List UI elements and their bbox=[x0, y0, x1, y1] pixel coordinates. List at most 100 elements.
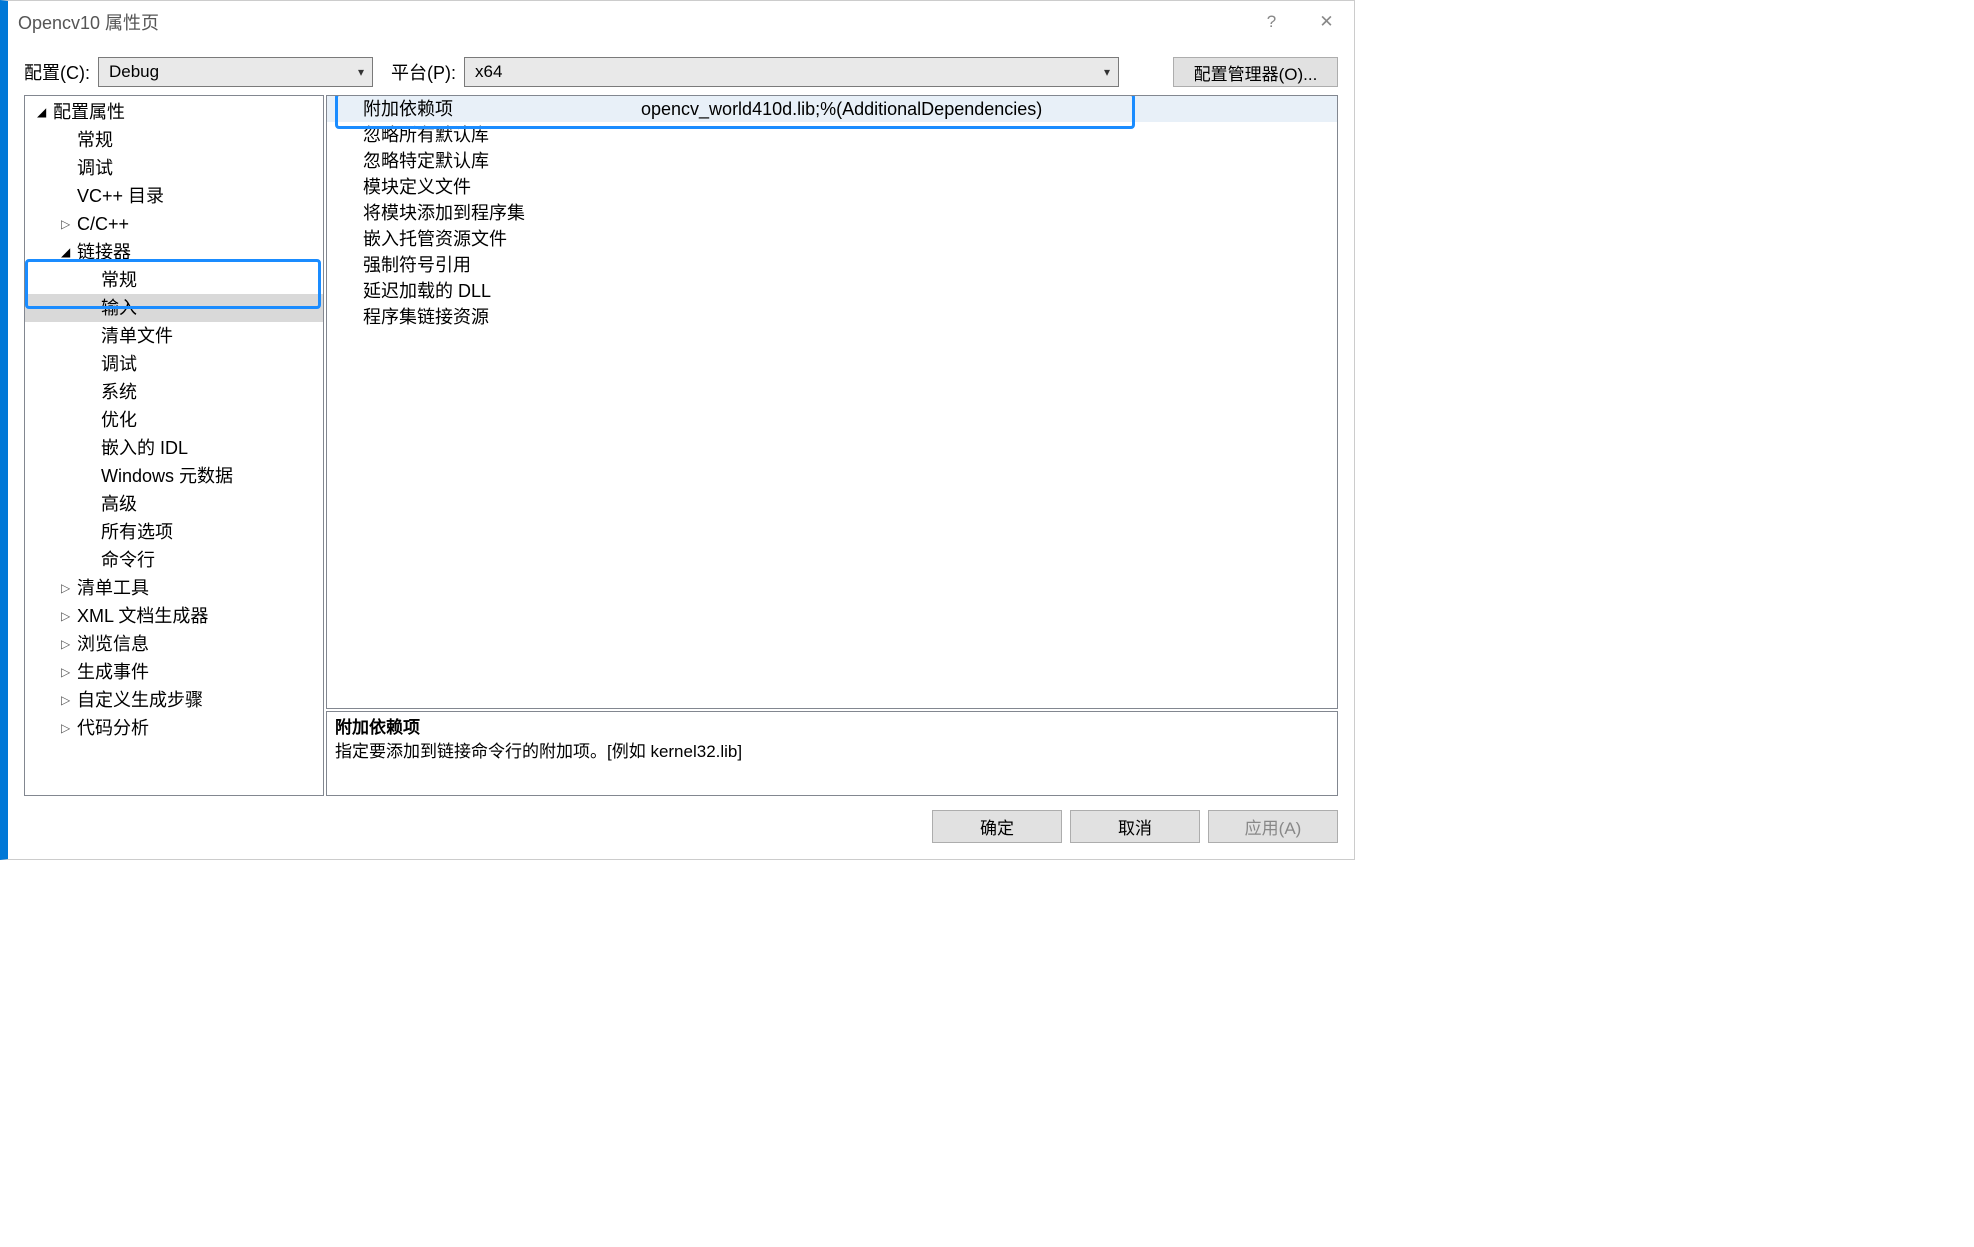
tree-item[interactable]: ▷生成事件 bbox=[25, 658, 323, 686]
grid-value[interactable] bbox=[637, 252, 1337, 278]
grid-row[interactable]: 模块定义文件 bbox=[327, 174, 1337, 200]
tree-item-label: 浏览信息 bbox=[77, 631, 149, 657]
close-button[interactable]: ✕ bbox=[1299, 1, 1354, 43]
tree-item-label: 输入 bbox=[101, 295, 137, 321]
right-panel: 附加依赖项opencv_world410d.lib;%(AdditionalDe… bbox=[326, 95, 1338, 796]
help-button[interactable]: ? bbox=[1244, 1, 1299, 43]
config-value: Debug bbox=[109, 62, 159, 82]
tree-item[interactable]: ▷XML 文档生成器 bbox=[25, 602, 323, 630]
grid-row[interactable]: 延迟加载的 DLL bbox=[327, 278, 1337, 304]
tree-item[interactable]: ◢链接器 bbox=[25, 238, 323, 266]
tree-item[interactable]: ▷命令行 bbox=[25, 546, 323, 574]
tree-item-label: Windows 元数据 bbox=[101, 463, 233, 489]
grid-key: 忽略特定默认库 bbox=[327, 148, 637, 174]
grid-value[interactable]: opencv_world410d.lib;%(AdditionalDepende… bbox=[637, 96, 1337, 122]
grid-key: 附加依赖项 bbox=[327, 96, 637, 122]
grid-value[interactable] bbox=[637, 278, 1337, 304]
grid-value[interactable] bbox=[637, 226, 1337, 252]
grid-value[interactable] bbox=[637, 304, 1337, 330]
ok-button[interactable]: 确定 bbox=[932, 810, 1062, 843]
grid-value[interactable] bbox=[637, 122, 1337, 148]
config-combo[interactable]: Debug ▾ bbox=[98, 57, 373, 87]
grid-row[interactable]: 忽略所有默认库 bbox=[327, 122, 1337, 148]
grid-row[interactable]: 程序集链接资源 bbox=[327, 304, 1337, 330]
expander-closed-icon[interactable]: ▷ bbox=[61, 687, 73, 713]
tree-item-label: 系统 bbox=[101, 379, 137, 405]
grid-key: 延迟加载的 DLL bbox=[327, 278, 637, 304]
window-title: Opencv10 属性页 bbox=[18, 9, 159, 35]
grid-row[interactable]: 将模块添加到程序集 bbox=[327, 200, 1337, 226]
config-label: 配置(C): bbox=[24, 59, 90, 85]
platform-label: 平台(P): bbox=[391, 59, 456, 85]
tree-item[interactable]: ▷输入 bbox=[25, 294, 323, 322]
tree-item[interactable]: ▷所有选项 bbox=[25, 518, 323, 546]
expander-closed-icon[interactable]: ▷ bbox=[61, 631, 73, 657]
expander-closed-icon[interactable]: ▷ bbox=[61, 659, 73, 685]
tree-item[interactable]: ▷浏览信息 bbox=[25, 630, 323, 658]
tree-item[interactable]: ▷Windows 元数据 bbox=[25, 462, 323, 490]
expander-closed-icon[interactable]: ▷ bbox=[61, 575, 73, 601]
tree-item[interactable]: ◢配置属性 bbox=[25, 98, 323, 126]
platform-value: x64 bbox=[475, 62, 502, 82]
tree-item-label: 优化 bbox=[101, 407, 137, 433]
expander-closed-icon[interactable]: ▷ bbox=[61, 603, 73, 629]
tree-item[interactable]: ▷C/C++ bbox=[25, 210, 323, 238]
tree-item-label: 调试 bbox=[77, 155, 113, 181]
tree-item[interactable]: ▷嵌入的 IDL bbox=[25, 434, 323, 462]
grid-row[interactable]: 附加依赖项opencv_world410d.lib;%(AdditionalDe… bbox=[327, 96, 1337, 122]
tree-item-label: XML 文档生成器 bbox=[77, 603, 208, 629]
expander-closed-icon[interactable]: ▷ bbox=[61, 715, 73, 741]
grid-row[interactable]: 忽略特定默认库 bbox=[327, 148, 1337, 174]
expander-open-icon[interactable]: ◢ bbox=[61, 239, 73, 265]
cancel-button[interactable]: 取消 bbox=[1070, 810, 1200, 843]
grid-row[interactable]: 强制符号引用 bbox=[327, 252, 1337, 278]
property-dialog: Opencv10 属性页 ? ✕ 配置(C): Debug ▾ 平台(P): x… bbox=[0, 0, 1355, 860]
tree-item-label: 所有选项 bbox=[101, 519, 173, 545]
grid-value[interactable] bbox=[637, 174, 1337, 200]
grid-value[interactable] bbox=[637, 148, 1337, 174]
grid-row[interactable]: 嵌入托管资源文件 bbox=[327, 226, 1337, 252]
apply-button[interactable]: 应用(A) bbox=[1208, 810, 1338, 843]
description-text: 指定要添加到链接命令行的附加项。[例如 kernel32.lib] bbox=[335, 740, 1329, 764]
tree-item[interactable]: ▷调试 bbox=[25, 350, 323, 378]
grid-key: 强制符号引用 bbox=[327, 252, 637, 278]
tree-item-label: 清单工具 bbox=[77, 575, 149, 601]
tree-item[interactable]: ▷清单工具 bbox=[25, 574, 323, 602]
property-grid[interactable]: 附加依赖项opencv_world410d.lib;%(AdditionalDe… bbox=[326, 95, 1338, 709]
dialog-footer: 确定 取消 应用(A) bbox=[8, 796, 1354, 859]
tree-item[interactable]: ▷常规 bbox=[25, 126, 323, 154]
tree-item[interactable]: ▷优化 bbox=[25, 406, 323, 434]
tree-item-label: 生成事件 bbox=[77, 659, 149, 685]
tree-item-label: 常规 bbox=[77, 127, 113, 153]
tree-item-label: 链接器 bbox=[77, 239, 131, 265]
tree-item-label: 高级 bbox=[101, 491, 137, 517]
config-row: 配置(C): Debug ▾ 平台(P): x64 ▾ 配置管理器(O)... bbox=[8, 43, 1354, 95]
expander-open-icon[interactable]: ◢ bbox=[37, 99, 49, 125]
platform-combo[interactable]: x64 ▾ bbox=[464, 57, 1119, 87]
tree-item[interactable]: ▷清单文件 bbox=[25, 322, 323, 350]
tree-item-label: C/C++ bbox=[77, 211, 129, 237]
description-title: 附加依赖项 bbox=[335, 716, 1329, 740]
grid-key: 将模块添加到程序集 bbox=[327, 200, 637, 226]
tree-item[interactable]: ▷常规 bbox=[25, 266, 323, 294]
grid-key: 忽略所有默认库 bbox=[327, 122, 637, 148]
tree-panel[interactable]: ◢配置属性▷常规▷调试▷VC++ 目录▷C/C++◢链接器▷常规▷输入▷清单文件… bbox=[24, 95, 324, 796]
grid-key: 模块定义文件 bbox=[327, 174, 637, 200]
tree-item[interactable]: ▷VC++ 目录 bbox=[25, 182, 323, 210]
tree-item-label: 清单文件 bbox=[101, 323, 173, 349]
tree-item-label: 配置属性 bbox=[53, 99, 125, 125]
tree-item[interactable]: ▷高级 bbox=[25, 490, 323, 518]
chevron-down-icon: ▾ bbox=[1104, 65, 1110, 79]
grid-key: 嵌入托管资源文件 bbox=[327, 226, 637, 252]
grid-value[interactable] bbox=[637, 200, 1337, 226]
config-manager-button[interactable]: 配置管理器(O)... bbox=[1173, 57, 1338, 87]
description-panel: 附加依赖项 指定要添加到链接命令行的附加项。[例如 kernel32.lib] bbox=[326, 711, 1338, 796]
expander-closed-icon[interactable]: ▷ bbox=[61, 211, 73, 237]
tree-item[interactable]: ▷自定义生成步骤 bbox=[25, 686, 323, 714]
tree-item[interactable]: ▷系统 bbox=[25, 378, 323, 406]
tree-item-label: 命令行 bbox=[101, 547, 155, 573]
tree-item[interactable]: ▷代码分析 bbox=[25, 714, 323, 742]
tree-item-label: 代码分析 bbox=[77, 715, 149, 741]
tree-item[interactable]: ▷调试 bbox=[25, 154, 323, 182]
tree-item-label: 调试 bbox=[101, 351, 137, 377]
